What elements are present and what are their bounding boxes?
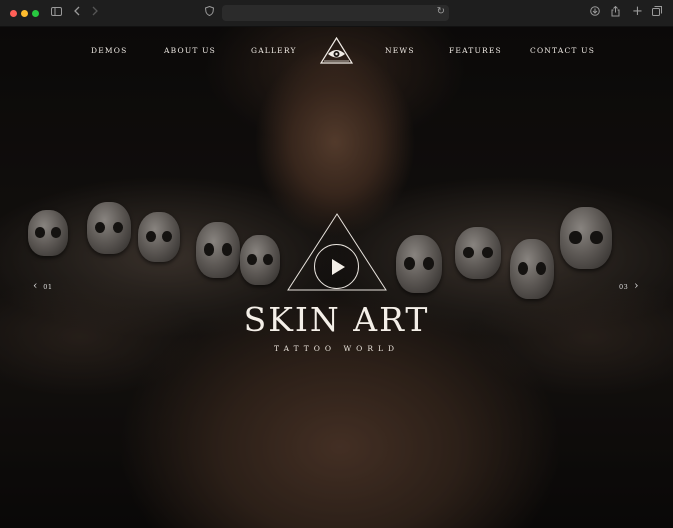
zoom-window-button[interactable] [32, 10, 39, 17]
play-video-button[interactable] [314, 244, 359, 289]
tabs-overview-icon[interactable] [652, 6, 662, 20]
reload-icon[interactable]: ↻ [437, 6, 445, 17]
play-icon [332, 259, 345, 275]
slider-prev[interactable]: ‹ 01 [33, 279, 56, 292]
slider-next[interactable]: 03 › [616, 279, 639, 292]
shield-icon[interactable] [204, 5, 215, 20]
nav-features[interactable]: FEATURES [449, 46, 502, 55]
chevron-left-icon: ‹ [33, 279, 38, 292]
back-icon[interactable] [74, 6, 80, 20]
browser-toolbar: ↻ + [0, 0, 673, 27]
address-bar[interactable]: ↻ [222, 5, 449, 21]
chevron-right-icon: › [634, 279, 639, 292]
nav-contact-us[interactable]: CONTACT US [530, 46, 595, 55]
nav-demos[interactable]: DEMOS [91, 46, 127, 55]
site-logo[interactable] [319, 36, 354, 65]
hero-title: SKIN ART [243, 300, 430, 339]
slide-number-next: 03 [619, 283, 629, 291]
slide-number-prev: 01 [43, 283, 53, 291]
share-icon[interactable] [611, 5, 620, 21]
close-window-button[interactable] [10, 10, 17, 17]
nav-about-us[interactable]: ABOUT US [164, 46, 216, 55]
download-icon[interactable] [590, 6, 600, 20]
hero-subtitle: TATTOO WORLD [274, 344, 399, 353]
sidebar-icon[interactable] [51, 6, 62, 20]
new-tab-icon[interactable]: + [632, 5, 643, 19]
main-nav: DEMOS ABOUT US GALLERY NEWS FEATURES CON… [0, 27, 673, 73]
forward-icon[interactable] [92, 6, 98, 20]
nav-news[interactable]: NEWS [385, 46, 415, 55]
minimize-window-button[interactable] [21, 10, 28, 17]
nav-gallery[interactable]: GALLERY [251, 46, 297, 55]
eye-triangle-logo-icon [319, 36, 354, 64]
